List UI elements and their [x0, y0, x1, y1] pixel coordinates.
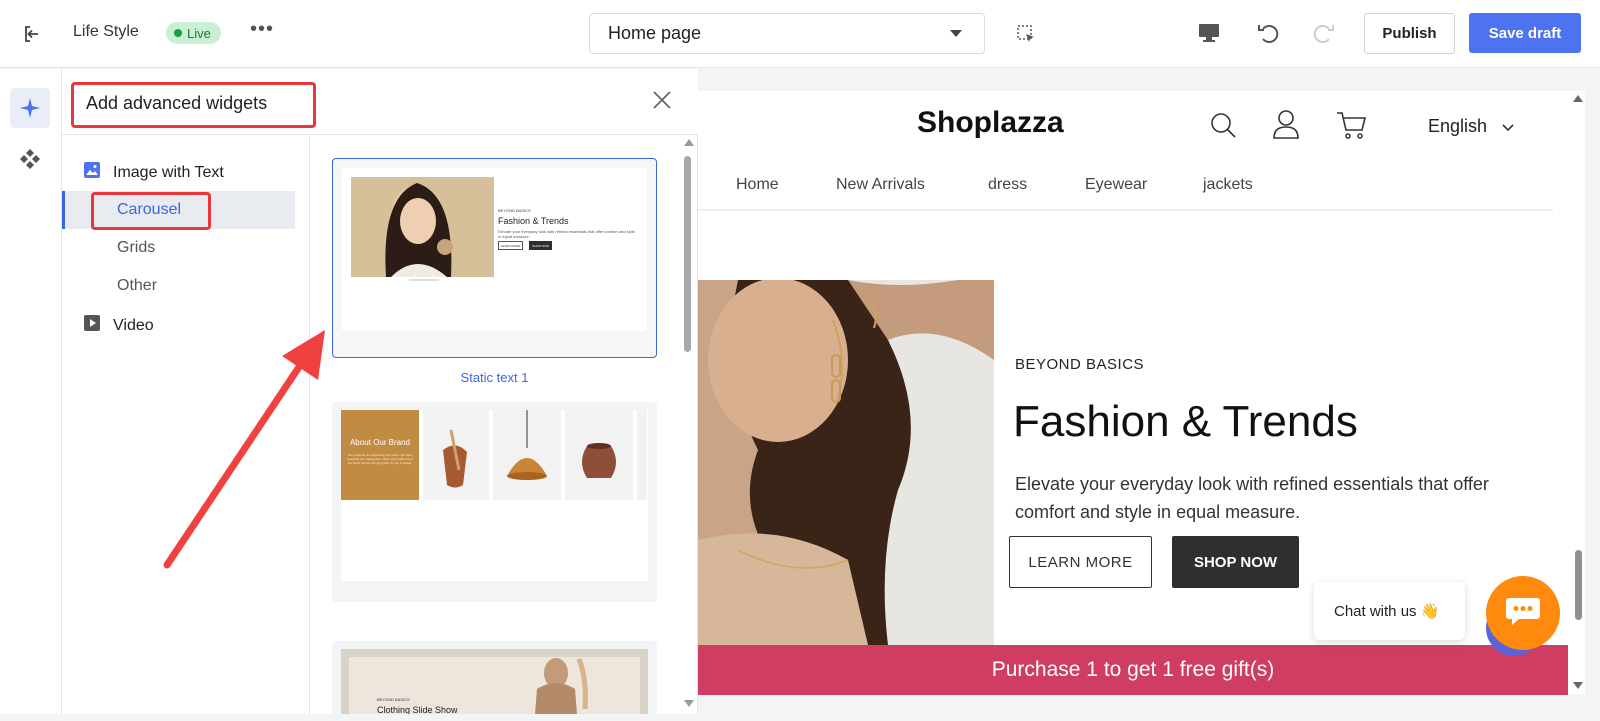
publish-button[interactable]: Publish: [1364, 13, 1455, 54]
thumbnail-title: Fashion & Trends: [498, 216, 569, 226]
scroll-down-arrow-icon[interactable]: [1573, 682, 1583, 689]
preview-scrollbar-thumb[interactable]: [1575, 550, 1582, 620]
tree-item-grids[interactable]: Grids: [62, 229, 295, 267]
slide-thumb-title: Clothing Slide Show: [377, 705, 458, 714]
hero-image: [698, 280, 994, 645]
thumbnail-photo: [351, 177, 494, 277]
store-logo[interactable]: Shoplazza: [917, 106, 1064, 140]
product-tile-lamp: [493, 410, 561, 500]
chat-prompt[interactable]: Chat with us 👋: [1314, 582, 1465, 640]
store-name: Life Style: [73, 23, 139, 40]
language-label: English: [1428, 116, 1488, 136]
live-label: Live: [187, 25, 211, 41]
panel-scrollbar-thumb[interactable]: [684, 156, 691, 352]
learn-more-button[interactable]: LEARN MORE: [1009, 536, 1152, 588]
group-video[interactable]: Video: [83, 314, 154, 337]
chat-launcher-button[interactable]: [1486, 576, 1560, 650]
hero-description: Elevate your everyday look with refined …: [1015, 474, 1489, 522]
group-image-with-text[interactable]: Image with Text: [83, 161, 224, 184]
hero-eyebrow: BEYOND BASICS: [1015, 356, 1145, 373]
chat-icon: [1505, 596, 1541, 631]
live-status-badge: Live: [166, 22, 221, 44]
thumbnail-desc: Elevate your everyday look with refined …: [498, 229, 635, 239]
page-selector[interactable]: Home page: [589, 13, 985, 54]
brand-tile-desc: Our products are inspired by the world. …: [346, 453, 414, 465]
widget-card-thumbnail: BEYOND BASICS Clothing Slide Show: [341, 649, 648, 714]
scroll-up-arrow-icon[interactable]: [1573, 95, 1583, 102]
nav-item-new-arrivals[interactable]: New Arrivals: [836, 176, 925, 194]
brand-tile: About Our Brand Our products are inspire…: [341, 410, 419, 500]
image-icon: [83, 161, 101, 184]
chevron-down-icon: [1502, 116, 1514, 137]
scroll-down-arrow-icon[interactable]: [684, 700, 694, 707]
thumbnail-learn-more: LEARN MORE: [498, 241, 523, 250]
close-icon[interactable]: [650, 88, 674, 112]
brand-tile-title: About Our Brand: [349, 438, 411, 447]
group-label: Image with Text: [113, 163, 224, 181]
product-tile-vase: [565, 410, 633, 500]
more-options-button[interactable]: •••: [250, 18, 274, 41]
panel-title: Add advanced widgets: [71, 82, 316, 128]
widget-card-label: Static text 1: [460, 370, 529, 385]
undo-icon[interactable]: [1254, 20, 1280, 46]
cart-icon[interactable]: [1335, 110, 1367, 140]
nav-item-eyewear[interactable]: Eyewear: [1085, 176, 1147, 194]
header-divider: [698, 209, 1553, 211]
sparkle-widgets-icon[interactable]: [18, 96, 42, 120]
scroll-up-arrow-icon[interactable]: [684, 139, 694, 146]
exit-editor-icon[interactable]: [20, 22, 44, 46]
thumbnail-pager: [409, 279, 439, 281]
caret-down-icon: [950, 30, 962, 37]
nav-item-home[interactable]: Home: [736, 176, 779, 194]
group-label: Video: [113, 316, 154, 334]
account-icon[interactable]: [1272, 108, 1300, 140]
language-selector[interactable]: English: [1428, 116, 1514, 137]
nav-item-jackets[interactable]: jackets: [1203, 176, 1253, 194]
search-icon[interactable]: [1209, 111, 1237, 139]
product-tile-partial: [637, 410, 647, 500]
carousel-highlight-box: [91, 192, 211, 230]
annotation-arrow: [163, 330, 325, 569]
thumbnail-eyebrow: BEYOND BASICS: [498, 208, 531, 213]
thumbnail-shop-now: SHOP NOW: [529, 241, 552, 250]
redo-icon[interactable]: [1312, 20, 1338, 46]
nav-item-dress[interactable]: dress: [988, 176, 1027, 194]
promo-banner[interactable]: Purchase 1 to get 1 free gift(s): [698, 645, 1568, 695]
page-selector-value: Home page: [608, 23, 702, 43]
tree-item-other[interactable]: Other: [62, 267, 295, 305]
components-icon[interactable]: [18, 147, 42, 171]
product-tile-cup: [423, 410, 489, 500]
shop-now-button[interactable]: SHOP NOW: [1172, 536, 1299, 588]
select-element-icon[interactable]: [1014, 22, 1038, 46]
desktop-view-icon[interactable]: [1196, 20, 1222, 46]
save-draft-button[interactable]: Save draft: [1469, 13, 1581, 53]
live-dot-icon: [174, 29, 182, 37]
slide-thumb-eyebrow: BEYOND BASICS: [377, 697, 410, 702]
hero-title: Fashion & Trends: [1013, 397, 1358, 446]
video-play-icon: [83, 314, 101, 337]
